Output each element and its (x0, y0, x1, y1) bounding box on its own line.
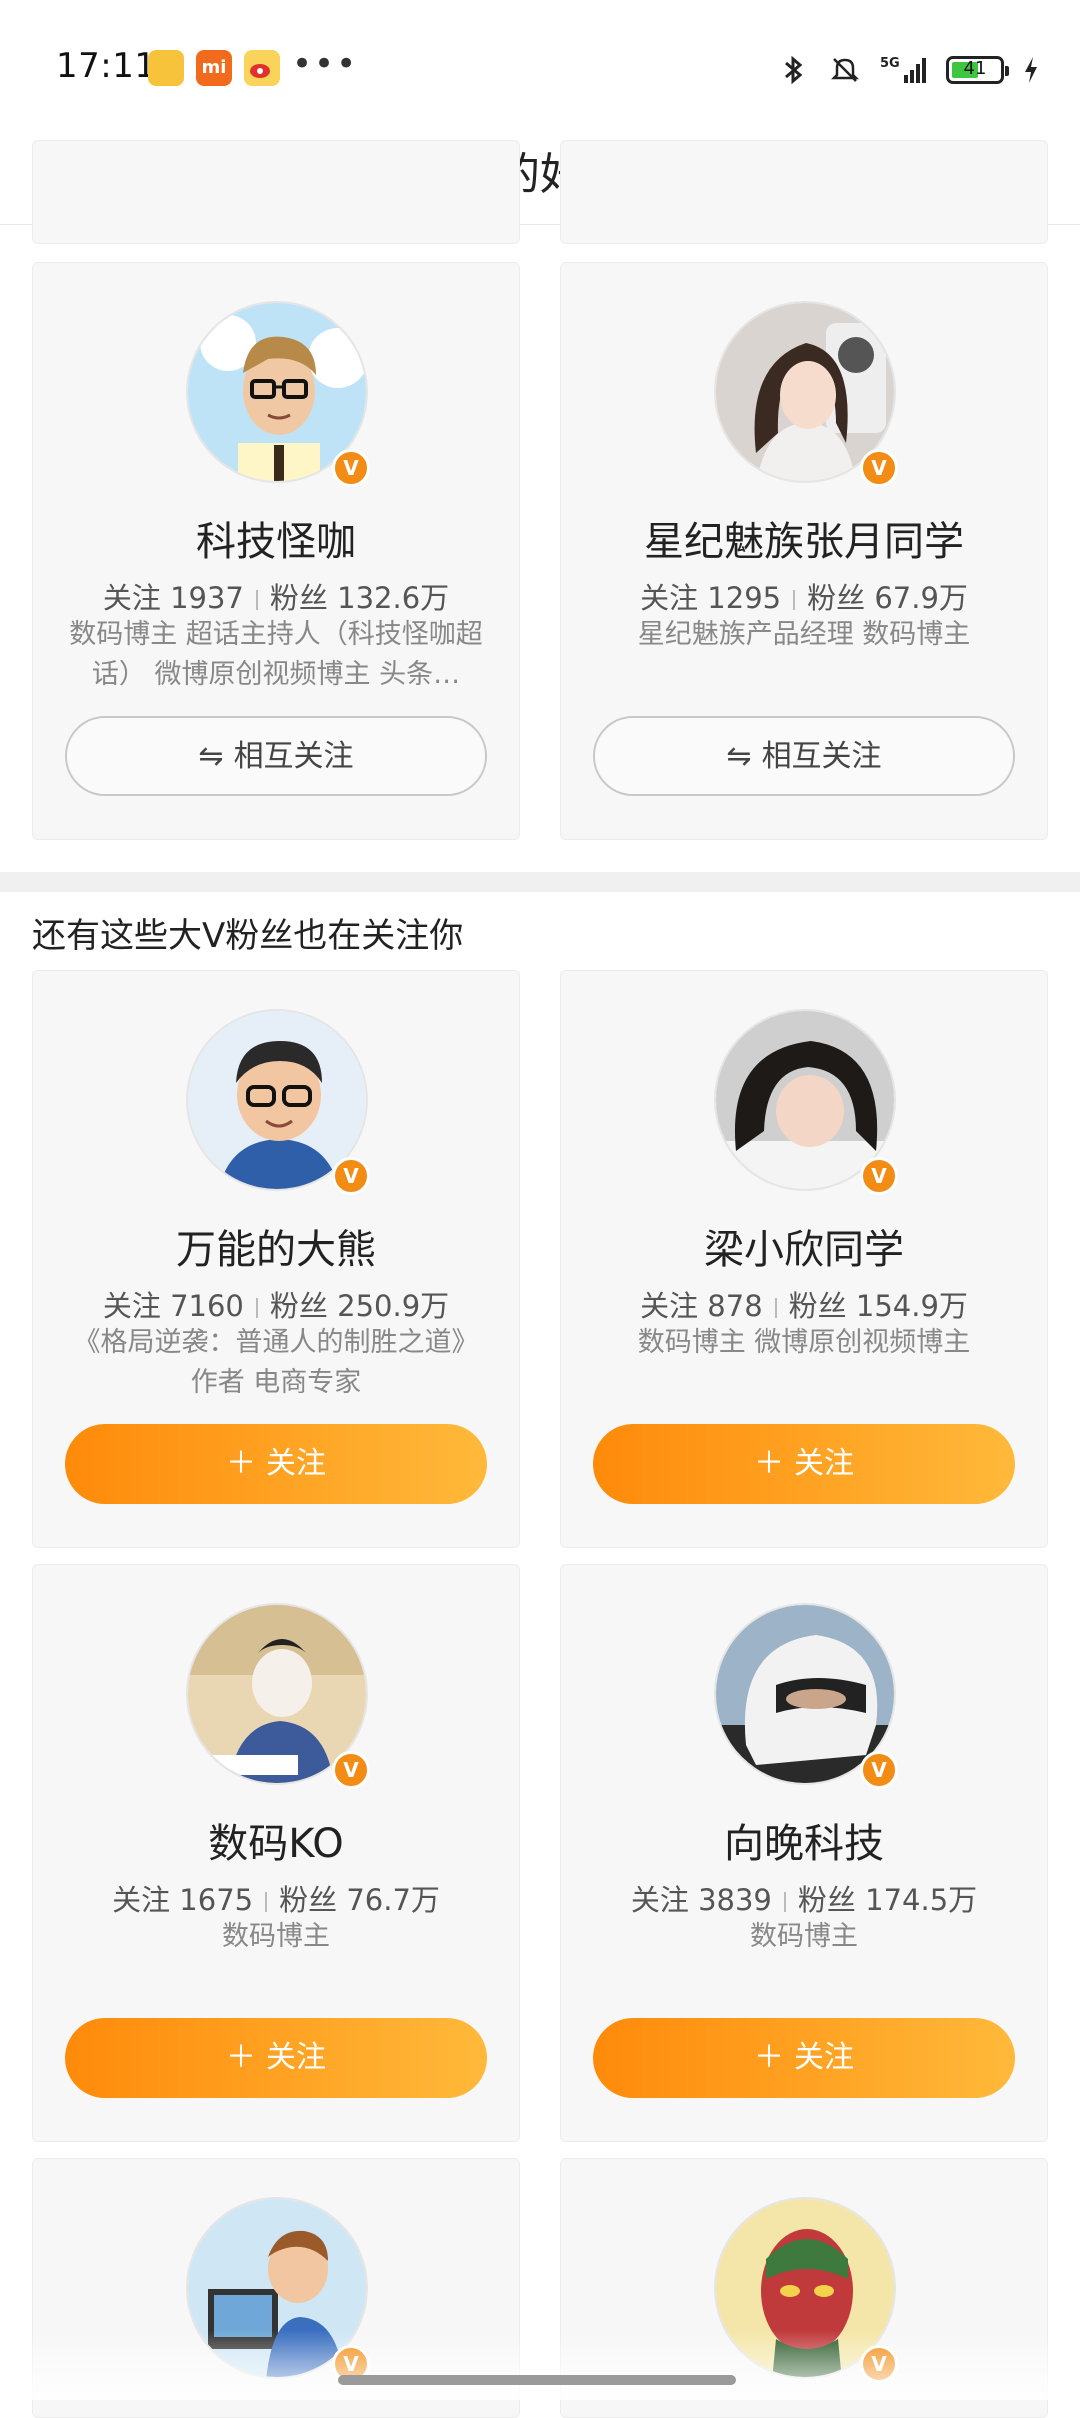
user-stats: 关注 878 粉丝 154.9万 (561, 1283, 1047, 1325)
home-indicator[interactable] (338, 2375, 736, 2385)
fans-label: 粉丝 (788, 1289, 847, 1323)
follow-count: 1295 (707, 581, 782, 615)
user-stats: 关注 1675 粉丝 76.7万 (33, 1877, 519, 1919)
section-title: 还有这些大V粉丝也在关注你 (32, 916, 464, 956)
user-card[interactable]: V 科技怪咖 关注 1937 粉丝 132.6万 数码博主 超话主持人（科技怪咖超… (32, 262, 520, 840)
follow-count: 1675 (179, 1883, 254, 1917)
user-bio: 数码博主 微博原创视频博主 (637, 1327, 971, 1358)
battery-icon: 41 (946, 56, 1009, 84)
follow-button[interactable]: ＋关注 (593, 2018, 1015, 2098)
follow-count: 3839 (698, 1883, 772, 1917)
user-name[interactable]: 向晚科技 (561, 1811, 1047, 1869)
notes-app-icon (148, 50, 184, 86)
status-time: 17:11 (56, 46, 157, 86)
user-name[interactable]: 梁小欣同学 (561, 1217, 1047, 1275)
user-card[interactable]: V 数码KO 关注 1675 粉丝 76.7万 数码博主 ＋关注 (32, 1564, 520, 2142)
fans-count: 67.9万 (874, 581, 968, 615)
user-stats: 关注 1937 粉丝 132.6万 (33, 575, 519, 617)
previous-card (32, 140, 520, 244)
fans-count: 132.6万 (337, 581, 450, 615)
user-bio: 数码博主 (222, 1921, 330, 1952)
charging-icon (1025, 57, 1037, 83)
fans-count: 154.9万 (855, 1289, 968, 1323)
user-stats: 关注 1295 粉丝 67.9万 (561, 575, 1047, 617)
verified-badge-icon: V (332, 1751, 370, 1789)
user-card[interactable]: V 星纪魅族张月同学 关注 1295 粉丝 67.9万 星纪魅族产品经理 数码博主… (560, 262, 1048, 840)
plus-icon: ＋ (754, 2040, 784, 2075)
user-bio: 数码博主 超话主持人（科技怪咖超话） 微博原创视频博主 头条… (69, 619, 483, 690)
fans-count: 76.7万 (346, 1883, 440, 1917)
fans-count: 250.9万 (337, 1289, 450, 1323)
weibo-app-icon (244, 50, 280, 86)
mute-icon (830, 58, 860, 82)
verified-badge-icon: V (332, 449, 370, 487)
mutual-arrows-icon: ⇋ (198, 739, 224, 774)
user-stats: 关注 3839 粉丝 174.5万 (561, 1877, 1047, 1919)
user-bio: 星纪魅族产品经理 数码博主 (637, 619, 971, 650)
follow-label: 关注 (102, 581, 161, 615)
fans-count: 174.5万 (865, 1883, 978, 1917)
previous-card (560, 140, 1048, 244)
user-card[interactable]: V 梁小欣同学 关注 878 粉丝 154.9万 数码博主 微博原创视频博主 ＋关… (560, 970, 1048, 1548)
user-card[interactable]: V 万能的大熊 关注 7160 粉丝 250.9万 《格局逆袭：普通人的制胜之道》… (32, 970, 520, 1548)
fans-label: 粉丝 (279, 1883, 338, 1917)
status-bar: 17:11 mi ••• 5G 41 (0, 0, 1080, 110)
user-stats: 关注 7160 粉丝 250.9万 (33, 1283, 519, 1325)
user-bio: 数码博主 (750, 1921, 858, 1952)
fans-label: 粉丝 (269, 1289, 328, 1323)
more-notifications-icon: ••• (292, 44, 359, 84)
signal-5g-icon: 5G (880, 56, 926, 83)
fans-label: 粉丝 (269, 581, 328, 615)
follow-button[interactable]: ＋关注 (65, 2018, 487, 2098)
follow-label: 关注 (640, 1289, 699, 1323)
follow-label: 关注 (112, 1883, 171, 1917)
user-name[interactable]: 科技怪咖 (33, 509, 519, 567)
verified-badge-icon: V (860, 1751, 898, 1789)
follow-count: 878 (707, 1289, 763, 1323)
user-name[interactable]: 数码KO (33, 1811, 519, 1869)
section-divider (0, 872, 1080, 892)
user-name[interactable]: 星纪魅族张月同学 (561, 509, 1047, 567)
mi-app-icon: mi (196, 50, 232, 86)
mutual-follow-button[interactable]: ⇋ 相互关注 (593, 716, 1015, 796)
follow-count: 7160 (170, 1289, 244, 1323)
mutual-arrows-icon: ⇋ (726, 739, 752, 774)
fans-label: 粉丝 (807, 581, 866, 615)
plus-icon: ＋ (226, 2040, 256, 2075)
follow-label: 关注 (640, 581, 699, 615)
bottom-fade (0, 2330, 1080, 2400)
bluetooth-icon (785, 55, 803, 85)
follow-count: 1937 (170, 581, 244, 615)
follow-label: 关注 (102, 1289, 161, 1323)
follow-button[interactable]: ＋关注 (65, 1424, 487, 1504)
follow-label: 关注 (630, 1883, 689, 1917)
user-name[interactable]: 万能的大熊 (33, 1217, 519, 1275)
user-card[interactable]: V 向晚科技 关注 3839 粉丝 174.5万 数码博主 ＋关注 (560, 1564, 1048, 2142)
verified-badge-icon: V (860, 449, 898, 487)
verified-badge-icon: V (332, 1157, 370, 1195)
user-bio: 《格局逆袭：普通人的制胜之道》作者 电商专家 (73, 1327, 479, 1398)
mutual-follow-button[interactable]: ⇋ 相互关注 (65, 716, 487, 796)
plus-icon: ＋ (754, 1446, 784, 1481)
fans-label: 粉丝 (797, 1883, 856, 1917)
follow-button[interactable]: ＋关注 (593, 1424, 1015, 1504)
plus-icon: ＋ (226, 1446, 256, 1481)
svg-text:5G: 5G (880, 56, 900, 71)
verified-badge-icon: V (860, 1157, 898, 1195)
